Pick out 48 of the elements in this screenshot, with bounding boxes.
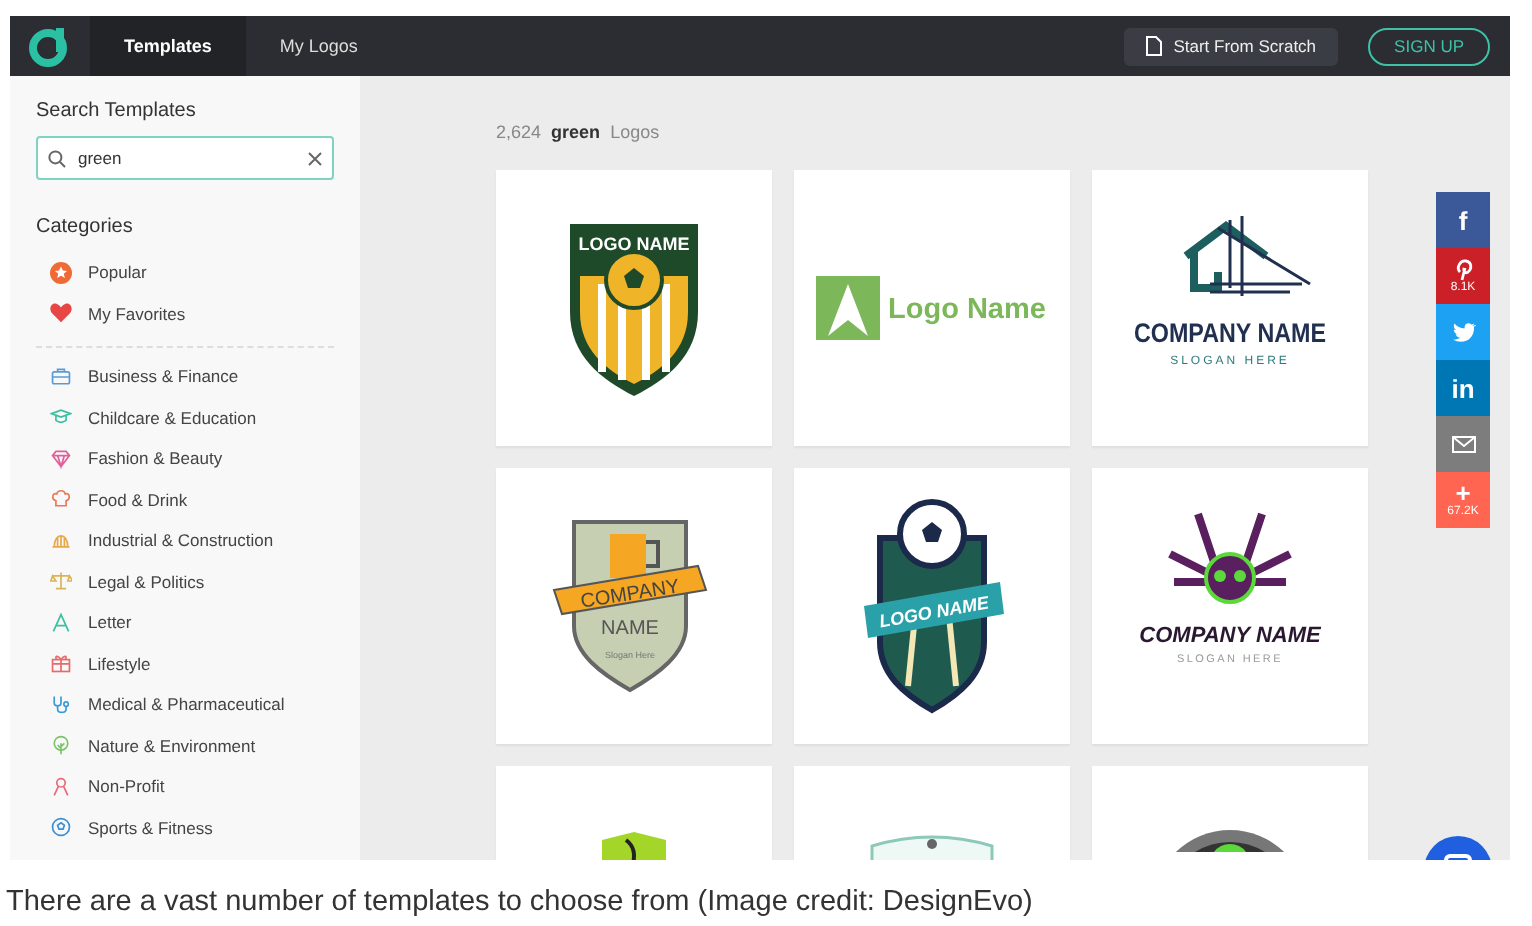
category-item[interactable]: Nature & Environment	[36, 725, 334, 766]
clear-icon[interactable]	[308, 151, 322, 165]
category-item[interactable]: Popular	[36, 252, 334, 293]
sunburst-badge-emblem	[1175, 830, 1285, 852]
category-item[interactable]: Legal & Politics	[36, 561, 334, 602]
brand-logo-icon[interactable]	[28, 24, 72, 68]
nav-tab[interactable]: Templates	[90, 16, 246, 76]
category-item[interactable]: Non-Profit	[36, 766, 334, 807]
category-item[interactable]: My Favorites	[36, 293, 334, 334]
house-emblem	[1182, 214, 1312, 298]
category-item[interactable]: Business & Finance	[36, 356, 334, 397]
envelope-icon	[1451, 432, 1475, 456]
share-button[interactable]	[1436, 416, 1490, 472]
category-item[interactable]: Letter	[36, 602, 334, 643]
bird-icon	[1451, 320, 1475, 344]
letter-mark-emblem	[816, 276, 880, 340]
category-item[interactable]: Sports & Fitness	[36, 807, 334, 848]
company-text: COMPANY	[579, 576, 682, 614]
image-caption: There are a vast number of templates to choose from (Image credit: DesignEvo)	[6, 886, 1035, 920]
category-item[interactable]: Industrial & Construction	[36, 520, 334, 561]
logo-name-text: Logo Name	[888, 294, 1046, 326]
share-button[interactable]	[1436, 304, 1490, 360]
share-button[interactable]: in	[1436, 360, 1490, 416]
search-icon	[48, 149, 66, 167]
logo-name-text: LOGO NAME	[578, 234, 690, 254]
results-count: 2,624 green Logos	[496, 122, 662, 142]
search-heading: Search Templates	[36, 100, 198, 122]
category-item[interactable]: Childcare & Education	[36, 397, 334, 438]
category-item[interactable]: Lifestyle	[36, 643, 334, 684]
logo-name-text: LOGO NAME	[877, 592, 991, 632]
pin-icon	[1451, 257, 1475, 281]
template-card[interactable]: LOGO NAME	[496, 170, 772, 446]
lime-crest-emblem	[602, 832, 666, 860]
company-name-text: COMPANY NAME	[1134, 318, 1350, 348]
sign-up-button[interactable]: SIGN UP	[1368, 27, 1490, 65]
share-button[interactable]: f	[1436, 192, 1490, 248]
skull-emblem	[1166, 510, 1294, 604]
search-field[interactable]: green	[36, 136, 334, 180]
categories-heading: Categories	[36, 216, 135, 238]
mint-shield-emblem	[870, 835, 994, 860]
category-item[interactable]: Fashion & Beauty	[36, 438, 334, 479]
name-text: NAME	[601, 618, 659, 640]
start-from-scratch-button[interactable]: Start From Scratch	[1123, 27, 1339, 65]
category-item[interactable]: Medical & Pharmaceutical	[36, 684, 334, 725]
company-name-text: COMPANY NAME	[1139, 624, 1321, 648]
nav-tab[interactable]: My Logos	[245, 16, 392, 76]
document-icon	[1145, 36, 1162, 56]
category-item[interactable]: Food & Drink	[36, 479, 334, 520]
